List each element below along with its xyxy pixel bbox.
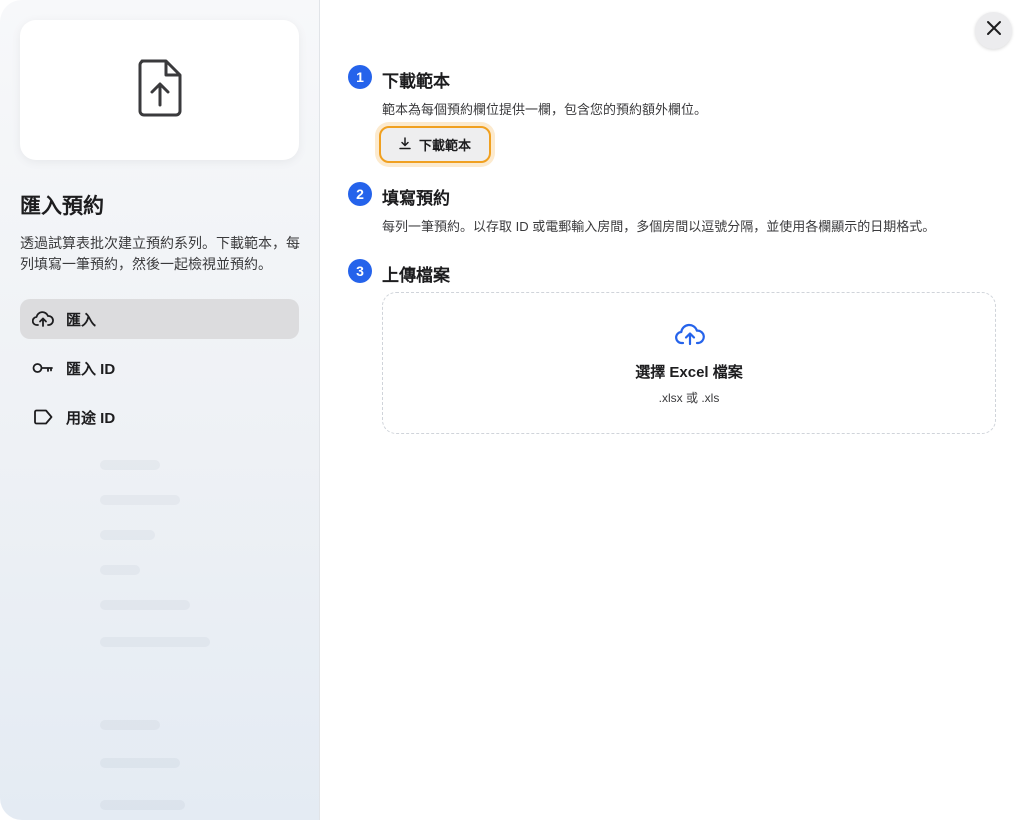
step-1-number: 1 — [348, 65, 372, 89]
dropzone-subtitle: .xlsx 或 .xls — [658, 391, 720, 405]
close-button[interactable] — [975, 12, 1012, 49]
tag-icon — [31, 405, 55, 429]
key-icon — [31, 356, 55, 380]
cloud-upload-icon — [675, 323, 705, 352]
step-2-description: 每列一筆預約。以存取 ID 或電郵輸入房間，多個房間以逗號分隔，並使用各欄顯示的… — [382, 219, 936, 234]
step-2-number: 2 — [348, 182, 372, 206]
download-template-label: 下載範本 — [418, 138, 471, 153]
sidebar-item-purpose-id[interactable]: 用途 ID — [20, 397, 299, 437]
sidebar-item-label: 用途 ID — [66, 409, 116, 427]
step-3-number: 3 — [348, 259, 372, 283]
download-template-button[interactable]: 下載範本 — [379, 126, 491, 163]
sidebar-item-import[interactable]: 匯入 — [20, 299, 299, 339]
sidebar-nav: 匯入 匯入 ID 用途 ID — [20, 299, 299, 446]
cloud-upload-icon — [31, 307, 55, 331]
sidebar-item-label: 匯入 — [66, 311, 97, 329]
file-dropzone[interactable]: 選擇 Excel 檔案 .xlsx 或 .xls — [382, 292, 996, 434]
close-icon — [986, 20, 1002, 41]
sidebar: 匯入預約 透過試算表批次建立預約系列。下載範本，每列填寫一筆預約，然後一起檢視並… — [0, 0, 320, 820]
sidebar-title: 匯入預約 — [20, 195, 104, 218]
step-3-title: 上傳檔案 — [382, 266, 450, 285]
step-1-title: 下載範本 — [382, 72, 450, 91]
sidebar-item-label: 匯入 ID — [66, 360, 116, 378]
download-icon — [399, 136, 411, 153]
sidebar-item-import-id[interactable]: 匯入 ID — [20, 348, 299, 388]
step-1-description: 範本為每個預約欄位提供一欄，包含您的預約額外欄位。 — [382, 102, 708, 117]
file-upload-icon — [136, 59, 184, 122]
import-reservations-dialog: 匯入預約 透過試算表批次建立預約系列。下載範本，每列填寫一筆預約，然後一起檢視並… — [0, 0, 1024, 820]
sidebar-description: 透過試算表批次建立預約系列。下載範本，每列填寫一筆預約，然後一起檢視並預約。 — [20, 235, 300, 272]
step-2-title: 填寫預約 — [382, 189, 450, 208]
dropzone-title: 選擇 Excel 檔案 — [635, 364, 743, 381]
hero-card — [20, 20, 299, 160]
